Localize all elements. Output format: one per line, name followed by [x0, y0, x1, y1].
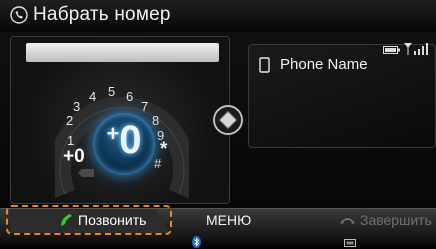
rotary-knob-icon[interactable] [213, 105, 243, 135]
signal-strength-icon [404, 43, 428, 55]
dial-digit[interactable]: 2 [66, 113, 73, 128]
device-name: Phone Name [280, 56, 368, 73]
battery-icon [383, 46, 400, 54]
page-title: Набрать номер [33, 4, 171, 25]
status-bar [0, 235, 436, 249]
mobile-phone-icon [259, 57, 270, 73]
bluetooth-icon [192, 236, 201, 248]
dial-digit[interactable]: # [154, 156, 161, 171]
dial-digit[interactable]: 7 [141, 99, 148, 114]
dial-digit[interactable]: 4 [89, 89, 96, 104]
dialer-screen: Набрать номер 4 5 6 3 7 2 8 1 9 * # +0 +… [0, 0, 436, 249]
dial-center-digit: +0 [106, 118, 142, 162]
status-indicator-icon [344, 239, 356, 247]
call-button-label[interactable]: Позвонить [78, 212, 146, 228]
dial-digit[interactable]: 5 [108, 84, 115, 99]
phone-handset-icon [10, 6, 28, 24]
end-call-button[interactable]: Завершить [360, 212, 432, 228]
phone-number-field[interactable] [26, 43, 219, 62]
call-handset-icon [61, 214, 72, 226]
dial-digit[interactable]: 6 [126, 89, 133, 104]
end-call-icon [340, 218, 355, 224]
plus-zero-digit[interactable]: +0 [63, 146, 85, 168]
dial-digit[interactable]: 3 [73, 99, 80, 114]
menu-button[interactable]: МЕНЮ [206, 212, 251, 228]
delete-icon[interactable] [78, 169, 94, 177]
